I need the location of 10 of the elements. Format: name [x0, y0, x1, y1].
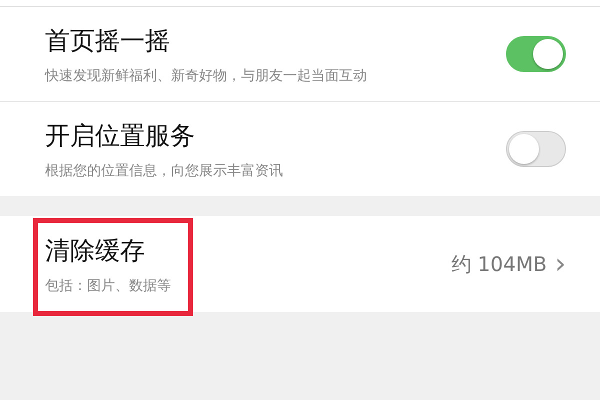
chevron-icon: › [554, 250, 566, 278]
setting-description: 根据您的位置信息，向您展示丰富资讯 [45, 162, 284, 180]
setting-title: 首页摇一摇 [45, 24, 171, 56]
setting-description: 包括：图片、数据等 [45, 276, 172, 294]
toggle-switch[interactable] [506, 131, 566, 167]
cache-size: 约 104MB [451, 250, 547, 278]
setting-title: 开启位置服务 [45, 120, 196, 152]
toggle-switch[interactable] [506, 36, 566, 72]
setting-title: 清除缓存 [45, 234, 146, 266]
setting-description: 快速发现新鲜福利、新奇好物，与朋友一起当面互动 [45, 66, 368, 84]
